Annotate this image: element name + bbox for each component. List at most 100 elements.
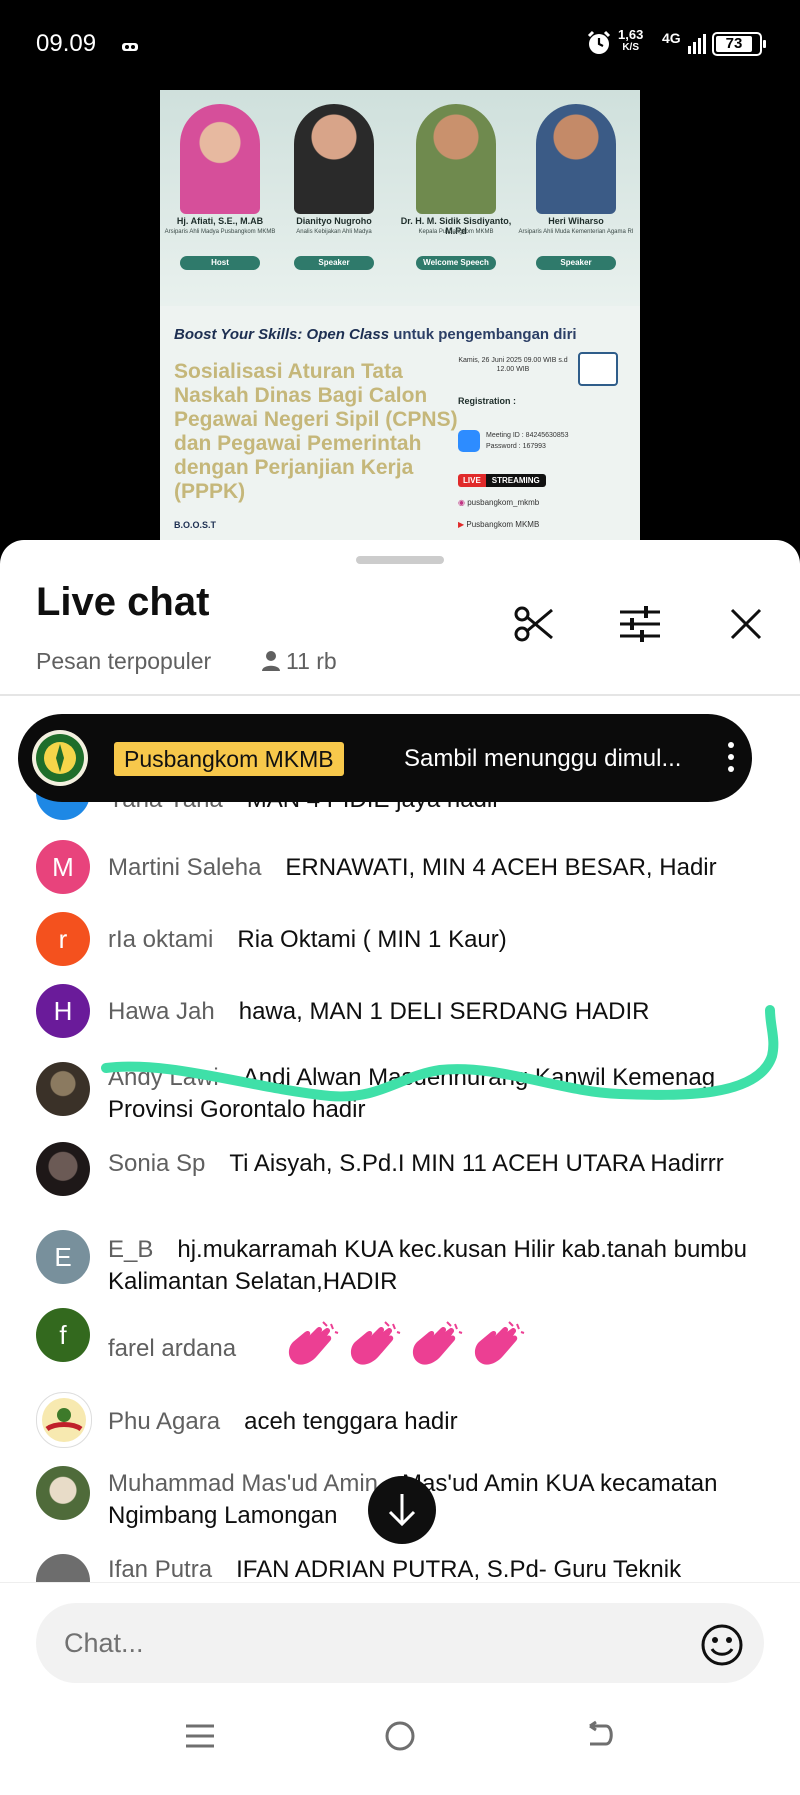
author-name[interactable]: Sonia Sp — [108, 1150, 205, 1177]
org-logo-icon — [42, 1398, 86, 1442]
pinned-message-text: Sambil menunggu dimul... — [404, 745, 682, 772]
speaker-role: Welcome Speech — [416, 256, 496, 270]
youtube-text: Pusbangkom MKMB — [466, 520, 540, 529]
message-text: hawa, MAN 1 DELI SERDANG HADIR — [238, 998, 650, 1025]
author-name[interactable]: Phu Agara — [108, 1408, 220, 1435]
chat-message-content: Phu Agara aceh tenggara hadir — [108, 1406, 758, 1438]
recent-apps-icon[interactable] — [180, 1716, 220, 1756]
speaker-photo — [416, 104, 496, 214]
speaker-role: Speaker — [294, 256, 374, 270]
speaker-name: Hj. Afiati, S.E., M.AB — [176, 216, 264, 226]
battery-icon: 73 — [712, 32, 766, 56]
avatar[interactable] — [36, 1392, 92, 1448]
author-name[interactable]: Andy Lawi — [108, 1064, 219, 1091]
poster-tagline-bold: Boost Your Skills: Open Class — [174, 326, 390, 343]
poster-headline: Sosialisasi Aturan Tata Naskah Dinas Bag… — [174, 360, 458, 503]
speaker-title: Arsiparis Ahli Muda Kementerian Agama RI — [518, 229, 634, 235]
registration-label: Registration : — [458, 396, 517, 406]
avatar[interactable] — [36, 1062, 90, 1116]
live-streaming-badge: LIVE STREAMING — [458, 474, 546, 492]
meeting-id: Meeting ID : 84245630853 — [486, 432, 569, 439]
live-chat-panel: Live chat Pesan terpopuler 11 rb Y Yana … — [0, 540, 800, 1795]
youtube-channel: ▶ Pusbangkom MKMB — [458, 520, 539, 529]
instagram-text: pusbangkom_mkmb — [467, 498, 540, 507]
message-text: IFAN ADRIAN PUTRA, S.Pd- Guru Teknik — [236, 1556, 682, 1582]
speaker-photo — [180, 104, 260, 214]
instagram-icon: ◉ — [458, 498, 465, 507]
speaker-title: Analis Kebijakan Ahli Madya — [296, 229, 372, 235]
speaker-name: Heri Wiharso — [548, 216, 604, 226]
poster-tagline: Boost Your Skills: Open Class untuk peng… — [174, 326, 577, 343]
back-icon[interactable] — [580, 1716, 620, 1756]
speaker-card: Dr. H. M. Sidik Sisdiyanto, M.Pd Kepala … — [396, 104, 516, 304]
avatar[interactable] — [36, 1142, 90, 1196]
avatar[interactable]: f — [36, 1308, 90, 1362]
poster-speakers-area: Hj. Afiati, S.E., M.AB Arsiparis Ahli Ma… — [160, 90, 640, 306]
author-name[interactable]: farel ardana — [108, 1335, 236, 1362]
poster-tagline-rest: untuk pengembangan diri — [389, 326, 577, 343]
speaker-role: Speaker — [536, 256, 616, 270]
network-type: 4G — [662, 30, 681, 46]
avatar[interactable]: E — [36, 1230, 90, 1284]
avatar[interactable]: M — [36, 840, 90, 894]
youtube-icon: ▶ — [458, 520, 465, 529]
avatar[interactable] — [36, 1554, 90, 1582]
speaker-title: Arsiparis Ahli Madya Pusbangkom MKMB — [164, 229, 276, 235]
meeting-password: Password : 167993 — [486, 443, 546, 450]
chat-message-content: E_B hj.mukarramah KUA kec.kusan Hilir kab… — [108, 1234, 758, 1298]
battery-level: 73 — [716, 36, 752, 52]
chat-message-content: Ifan Putra IFAN ADRIAN PUTRA, S.Pd- Guru … — [108, 1554, 758, 1582]
avatar[interactable] — [36, 1466, 90, 1520]
author-name[interactable]: E_B — [108, 1236, 153, 1263]
channel-avatar[interactable] — [32, 730, 88, 786]
speaker-photo — [294, 104, 374, 214]
chat-message-content: Andy Lawi Andi Alwan Masuennurang Kanwil … — [108, 1062, 758, 1126]
chat-message: Ifan Putra IFAN ADRIAN PUTRA, S.Pd- Guru … — [0, 1554, 800, 1582]
chat-message-content: farel ardana — [108, 1320, 758, 1368]
author-name[interactable]: Martini Saleha — [108, 854, 261, 881]
pinned-message-banner[interactable]: Pusbangkom MKMB Sambil menunggu dimul... — [18, 714, 752, 802]
speaker-title: Kepala Pusbangkom MKMB — [418, 229, 494, 235]
org-logo-icon — [36, 734, 84, 782]
pinned-author-badge[interactable]: Pusbangkom MKMB — [114, 742, 344, 776]
signal-icon — [688, 34, 706, 54]
arrow-down-icon — [388, 1494, 416, 1527]
instagram-handle: ◉ pusbangkom_mkmb — [458, 498, 539, 507]
speaker-card: Hj. Afiati, S.E., M.AB Arsiparis Ahli Ma… — [160, 104, 280, 304]
boost-acronym: B.O.O.S.T — [174, 520, 217, 530]
waving-hand-icon — [350, 1321, 401, 1365]
chat-message-content: Hawa Jah hawa, MAN 1 DELI SERDANG HADIR — [108, 996, 758, 1028]
chat-message-content: rIa oktami Ria Oktami ( MIN 1 Kaur) — [108, 924, 758, 956]
avatar[interactable]: H — [36, 984, 90, 1038]
network-speed-unit: K/S — [622, 42, 639, 53]
message-text: hj.mukarramah KUA kec.kusan Hilir kab.ta… — [108, 1236, 747, 1295]
chat-message-content: Sonia Sp Ti Aisyah, S.Pd.I MIN 11 ACEH UT… — [108, 1148, 758, 1180]
network-speed: 1,63 K/S — [618, 28, 643, 54]
speaker-role: Host — [180, 256, 260, 270]
speaker-card: Dianityo Nugroho Analis Kebijakan Ahli M… — [274, 104, 394, 304]
emoji-picker-icon[interactable] — [700, 1623, 744, 1667]
author-name[interactable]: Hawa Jah — [108, 998, 215, 1025]
message-text: Ria Oktami ( MIN 1 Kaur) — [237, 926, 507, 953]
author-name[interactable]: Muhammad Mas'ud Amin — [108, 1470, 378, 1497]
chat-input[interactable] — [36, 1603, 764, 1683]
alarm-icon — [586, 30, 612, 62]
chat-message-content: Martini Saleha ERNAWATI, MIN 4 ACEH BESAR… — [108, 852, 758, 884]
poster-date: Kamis, 26 Juni 2025 09.00 WIB s.d 12.00 … — [458, 357, 568, 373]
speaker-photo — [536, 104, 616, 214]
status-time: 09.09 — [36, 30, 97, 57]
live-label: LIVE — [458, 474, 486, 487]
scroll-to-bottom-button[interactable] — [368, 1476, 436, 1544]
zoom-icon — [458, 430, 480, 452]
more-options-icon[interactable] — [728, 742, 734, 776]
avatar[interactable]: r — [36, 912, 90, 966]
author-name[interactable]: rIa oktami — [108, 926, 213, 953]
video-player[interactable]: Hj. Afiati, S.E., M.AB Arsiparis Ahli Ma… — [160, 90, 640, 540]
meeting-info: Meeting ID : 84245630853 Password : 1679… — [486, 430, 569, 452]
message-text: aceh tenggara hadir — [244, 1408, 458, 1435]
waving-hand-icon — [412, 1321, 463, 1365]
network-speed-value: 1,63 — [618, 27, 644, 42]
home-icon[interactable] — [380, 1716, 420, 1756]
author-name[interactable]: Ifan Putra — [108, 1556, 212, 1582]
status-bar: 09.09 1,63 K/S 4G 73 — [0, 0, 800, 90]
